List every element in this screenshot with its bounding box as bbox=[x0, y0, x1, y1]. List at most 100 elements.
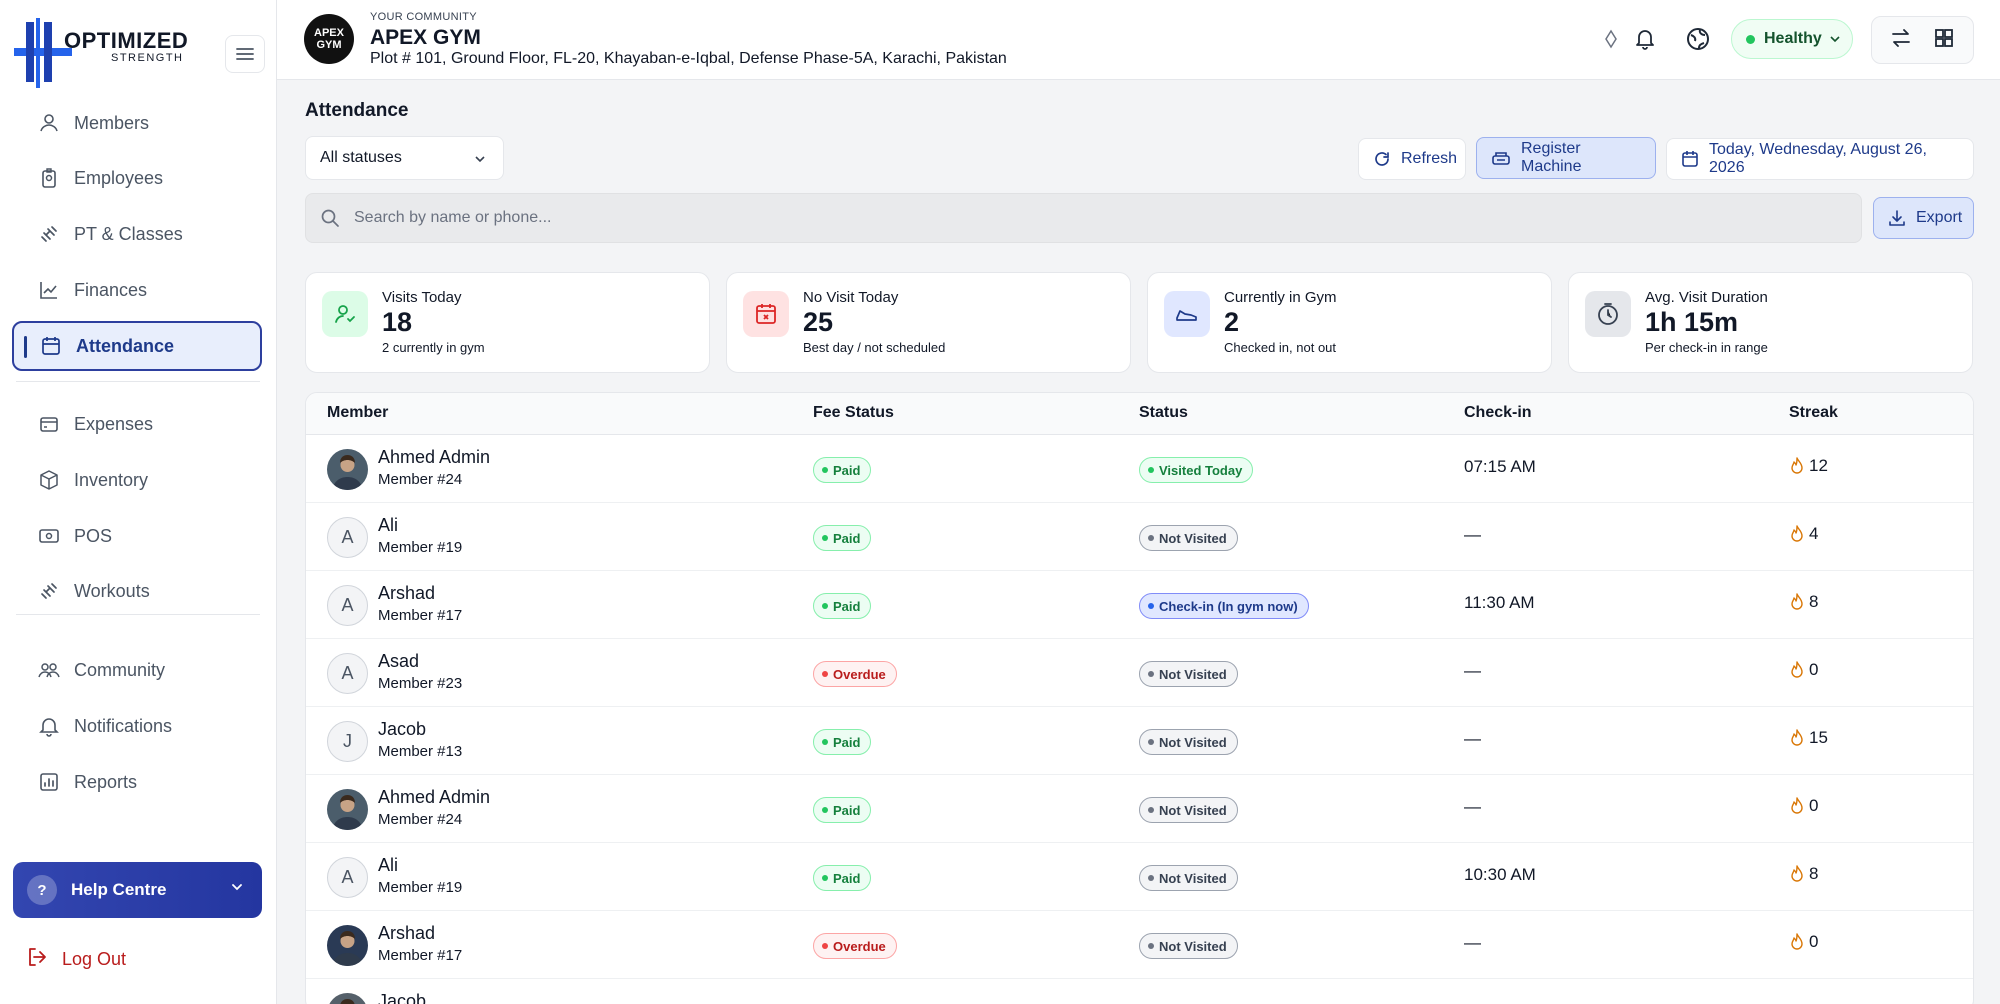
sidebar-item-label: POS bbox=[74, 525, 113, 546]
table-row[interactable]: A Asad Member #23 Overdue Not Visited — 0 bbox=[306, 639, 1973, 707]
sidebar-item-pos[interactable]: POS bbox=[12, 511, 262, 561]
help-centre-button[interactable]: ? Help Centre bbox=[13, 862, 262, 918]
register-machine-button[interactable]: Register Machine bbox=[1476, 137, 1656, 179]
column-header-streak[interactable]: Streak bbox=[1789, 404, 1838, 422]
health-status-label: Healthy bbox=[1764, 30, 1822, 47]
search-input[interactable] bbox=[354, 209, 1754, 227]
stat-value: 1h 15m bbox=[1645, 307, 1739, 337]
checkin-time: — bbox=[1464, 661, 1481, 680]
swap-icon[interactable] bbox=[1890, 27, 1912, 54]
export-button[interactable]: Export bbox=[1873, 197, 1974, 239]
stat-value: 2 bbox=[1224, 307, 1240, 337]
flame-icon bbox=[1789, 457, 1805, 475]
sidebar-item-community[interactable]: Community bbox=[12, 645, 262, 695]
attendance-status-badge: Not Visited bbox=[1139, 729, 1238, 755]
brand-logo[interactable]: OPTIMIZED STRENGTH bbox=[14, 18, 194, 88]
member-name[interactable]: Arshad bbox=[378, 583, 435, 604]
sidebar-item-label: PT & Classes bbox=[74, 223, 183, 244]
health-status-dropdown[interactable]: Healthy bbox=[1731, 19, 1853, 59]
date-picker-button[interactable]: Today, Wednesday, August 26, 2026 bbox=[1666, 138, 1974, 180]
member-name[interactable]: Ali bbox=[378, 515, 398, 536]
fee-status-badge: Paid bbox=[813, 865, 872, 891]
column-header-checkin[interactable]: Check-in bbox=[1464, 404, 1532, 422]
stat-label: Currently in Gym bbox=[1224, 289, 1337, 306]
checkin-time: 10:30 AM bbox=[1464, 865, 1536, 884]
attendance-status-badge: Not Visited bbox=[1139, 933, 1238, 959]
member-name[interactable]: Asad bbox=[378, 651, 419, 672]
member-id: Member #17 bbox=[378, 947, 463, 964]
flame-icon bbox=[1789, 865, 1805, 883]
streak-count: 0 bbox=[1789, 660, 1818, 680]
table-row[interactable]: Ahmed Admin Member #24 Paid Not Visited — 0 bbox=[306, 775, 1973, 843]
table-row[interactable]: Ahmed Admin Member #24 Paid Visited Today 07… bbox=[306, 435, 1973, 503]
column-header-member[interactable]: Member bbox=[327, 404, 388, 422]
table-row[interactable]: Jacob bbox=[306, 979, 1973, 1004]
table-row[interactable]: A Ali Member #19 Paid Not Visited — 4 bbox=[306, 503, 1973, 571]
refresh-button[interactable]: Refresh bbox=[1358, 138, 1466, 180]
status-filter-select[interactable]: All statuses bbox=[305, 136, 504, 180]
member-name[interactable]: Arshad bbox=[378, 923, 435, 944]
search-bar bbox=[305, 193, 1862, 243]
cash-icon bbox=[38, 525, 60, 547]
globe-icon[interactable] bbox=[1685, 26, 1711, 57]
status-dot-icon bbox=[1148, 943, 1154, 949]
status-dot-icon bbox=[822, 739, 828, 745]
bell-icon bbox=[38, 715, 60, 737]
table-row[interactable]: A Arshad Member #17 Paid Check-in (In gym no… bbox=[306, 571, 1973, 639]
sidebar-item-workouts[interactable]: Workouts bbox=[12, 566, 262, 616]
flame-icon bbox=[1789, 525, 1805, 543]
column-header-fee-status[interactable]: Fee Status bbox=[813, 404, 894, 422]
streak-value: 0 bbox=[1809, 660, 1819, 679]
sidebar-item-finances[interactable]: Finances bbox=[12, 265, 262, 315]
sidebar-item-notifications[interactable]: Notifications bbox=[12, 701, 262, 751]
streak-value: 8 bbox=[1809, 592, 1819, 611]
sidebar-item-label: Employees bbox=[74, 167, 164, 188]
fee-status-badge: Paid bbox=[813, 797, 872, 823]
sidebar-item-members[interactable]: Members bbox=[12, 98, 262, 148]
logout-button[interactable]: Log Out bbox=[26, 946, 126, 973]
attendance-status-text: Not Visited bbox=[1159, 666, 1227, 682]
sidebar-item-employees[interactable]: Employees bbox=[12, 153, 262, 203]
sidebar-item-pt-classes[interactable]: PT & Classes bbox=[12, 209, 262, 259]
fee-status-badge: Overdue bbox=[813, 661, 897, 687]
sidebar-item-expenses[interactable]: Expenses bbox=[12, 399, 262, 449]
attendance-table: Member Fee Status Status Check-in Streak… bbox=[305, 392, 1974, 1004]
status-dot-icon bbox=[1148, 467, 1154, 473]
fee-status-badge: Paid bbox=[813, 593, 872, 619]
attendance-status-badge: Check-in (In gym now) bbox=[1139, 593, 1309, 619]
status-dot-icon bbox=[1148, 807, 1154, 813]
moon-icon[interactable] bbox=[1602, 28, 1620, 55]
streak-value: 0 bbox=[1809, 796, 1819, 815]
sidebar-item-inventory[interactable]: Inventory bbox=[12, 455, 262, 505]
member-id: Member #24 bbox=[378, 811, 463, 828]
member-name[interactable]: Ahmed Admin bbox=[378, 447, 490, 468]
streak-value: 8 bbox=[1809, 864, 1819, 883]
menu-toggle-button[interactable] bbox=[225, 35, 265, 73]
table-row[interactable]: A Ali Member #19 Paid Not Visited 10:30 AM 8 bbox=[306, 843, 1973, 911]
column-header-status[interactable]: Status bbox=[1139, 404, 1188, 422]
bell-icon[interactable] bbox=[1633, 26, 1657, 57]
streak-count: 12 bbox=[1789, 456, 1828, 476]
sidebar-item-attendance[interactable]: Attendance bbox=[12, 321, 262, 371]
sidebar-item-label: Inventory bbox=[74, 469, 149, 490]
refresh-icon bbox=[1373, 150, 1391, 168]
member-name[interactable]: Jacob bbox=[378, 991, 426, 1004]
fee-status-text: Paid bbox=[833, 734, 861, 750]
table-row[interactable]: J Jacob Member #13 Paid Not Visited — 15 bbox=[306, 707, 1973, 775]
member-name[interactable]: Jacob bbox=[378, 719, 426, 740]
streak-count: 8 bbox=[1789, 592, 1818, 612]
status-dot-icon bbox=[1746, 34, 1755, 44]
sidebar-divider bbox=[16, 381, 260, 382]
fee-status-text: Overdue bbox=[833, 938, 886, 954]
box-icon bbox=[38, 469, 60, 491]
topbar: APEX GYM YOUR COMMUNITY APEX GYM Plot # … bbox=[277, 0, 2000, 80]
member-name[interactable]: Ali bbox=[378, 855, 398, 876]
sidebar-item-reports[interactable]: Reports bbox=[12, 757, 262, 807]
member-id: Member #13 bbox=[378, 743, 463, 760]
member-name[interactable]: Ahmed Admin bbox=[378, 787, 490, 808]
avatar: A bbox=[327, 585, 368, 626]
checkin-time: — bbox=[1464, 525, 1481, 544]
grid-icon[interactable] bbox=[1933, 27, 1955, 54]
table-row[interactable]: Arshad Member #17 Overdue Not Visited — 0 bbox=[306, 911, 1973, 979]
register-machine-label: Register Machine bbox=[1521, 140, 1582, 175]
